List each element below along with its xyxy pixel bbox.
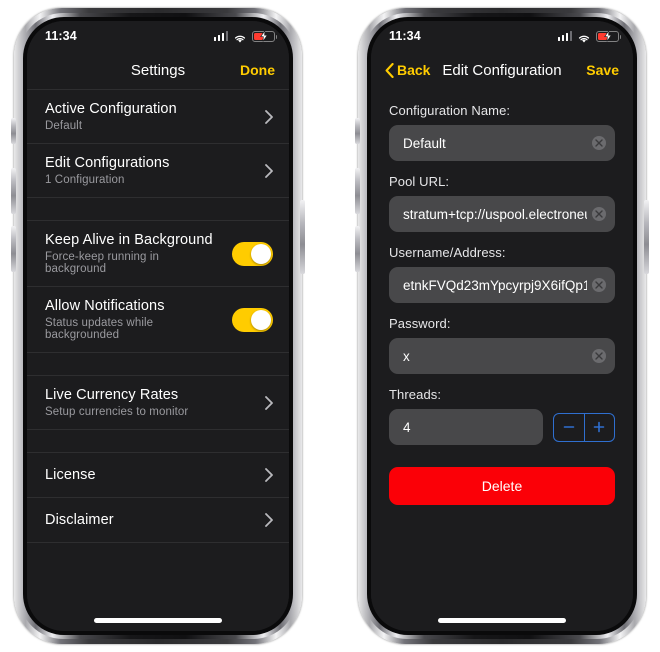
keep-alive-toggle[interactable] xyxy=(232,241,273,266)
chevron-right-icon xyxy=(265,513,273,527)
chevron-right-icon xyxy=(265,163,273,178)
password-value: x xyxy=(403,348,410,364)
row-subtitle: Force-keep running in background xyxy=(45,251,159,275)
phone-device-settings: 11:34 Settings Done Active Configuration… xyxy=(6,0,310,652)
delete-button[interactable]: Delete xyxy=(389,467,615,505)
clear-circle-icon[interactable] xyxy=(592,349,606,363)
settings-row-live-currency-rates[interactable]: Live Currency Rates Setup currencies to … xyxy=(27,376,289,429)
settings-row-edit-configurations[interactable]: Edit Configurations 1 Configuration xyxy=(27,144,289,197)
volume-up-button[interactable] xyxy=(11,168,16,214)
mute-switch-button[interactable] xyxy=(11,118,16,144)
cellular-signal-icon xyxy=(213,31,228,41)
power-button[interactable] xyxy=(644,200,649,274)
username-address-value: etnkFVQd23mYpcyrpj9X6ifQp1p... xyxy=(403,277,587,293)
phone-screen-settings: 11:34 Settings Done Active Configuration… xyxy=(27,21,289,631)
edit-configuration-form: Configuration Name: Default Pool URL: st… xyxy=(371,89,633,631)
settings-row-license[interactable]: License xyxy=(27,453,289,497)
row-title: Live Currency Rates xyxy=(45,387,179,403)
password-input[interactable]: x xyxy=(389,338,615,374)
volume-down-button[interactable] xyxy=(11,226,16,272)
threads-decrement-button[interactable] xyxy=(554,414,584,441)
divider xyxy=(27,542,289,543)
threads-control-row: 4 xyxy=(389,409,615,445)
threads-label: Threads: xyxy=(389,387,442,402)
battery-charging-icon xyxy=(596,30,622,42)
back-button[interactable]: Back xyxy=(385,62,430,78)
settings-group-legal: License Disclaimer xyxy=(27,453,289,543)
save-button[interactable]: Save xyxy=(586,62,619,78)
volume-down-button[interactable] xyxy=(355,226,360,272)
section-gap xyxy=(27,198,289,220)
settings-group-background: Keep Alive in Background Force-keep runn… xyxy=(27,221,289,353)
pool-url-input[interactable]: stratum+tcp://uspool.electroneu... xyxy=(389,196,615,232)
configuration-name-input[interactable]: Default xyxy=(389,125,615,161)
phone-device-edit-configuration: 11:34 Back Edit Configuration Save Confi… xyxy=(350,0,654,652)
chevron-right-icon xyxy=(265,109,273,124)
navigation-bar-edit-configuration: Back Edit Configuration Save xyxy=(371,51,633,89)
settings-group-configuration: Active Configuration Default Edit Config… xyxy=(27,90,289,198)
configuration-name-label: Configuration Name: xyxy=(389,103,511,118)
home-indicator[interactable] xyxy=(94,618,222,623)
section-gap xyxy=(27,353,289,375)
settings-row-allow-notifications[interactable]: Allow Notifications Status updates while… xyxy=(27,287,289,352)
row-subtitle: Setup currencies to monitor xyxy=(45,406,189,418)
minus-icon xyxy=(563,426,575,428)
row-subtitle: Default xyxy=(45,120,83,132)
username-address-input[interactable]: etnkFVQd23mYpcyrpj9X6ifQp1p... xyxy=(389,267,615,303)
phone-screen-edit-configuration: 11:34 Back Edit Configuration Save Confi… xyxy=(371,21,633,631)
volume-up-button[interactable] xyxy=(355,168,360,214)
status-indicators xyxy=(557,30,622,43)
settings-row-disclaimer[interactable]: Disclaimer xyxy=(27,498,289,542)
threads-value: 4 xyxy=(403,419,411,435)
status-time: 11:34 xyxy=(45,29,77,43)
cellular-signal-icon xyxy=(557,31,572,41)
plus-icon xyxy=(593,421,605,433)
row-title: License xyxy=(45,467,96,483)
battery-charging-icon xyxy=(252,30,278,42)
settings-row-keep-alive[interactable]: Keep Alive in Background Force-keep runn… xyxy=(27,221,289,286)
status-time: 11:34 xyxy=(389,29,421,43)
status-bar: 11:34 xyxy=(371,21,633,51)
wifi-icon xyxy=(577,31,591,43)
threads-input[interactable]: 4 xyxy=(389,409,543,445)
clear-circle-icon[interactable] xyxy=(592,136,606,150)
allow-notifications-toggle[interactable] xyxy=(232,307,273,332)
row-title: Edit Configurations xyxy=(45,155,170,171)
chevron-left-icon xyxy=(385,62,394,78)
back-button-label: Back xyxy=(397,62,431,78)
username-address-label: Username/Address: xyxy=(389,245,506,260)
chevron-right-icon xyxy=(265,395,273,410)
row-subtitle: 1 Configuration xyxy=(45,174,125,186)
home-indicator[interactable] xyxy=(438,618,566,623)
row-title: Disclaimer xyxy=(45,512,114,528)
power-button[interactable] xyxy=(300,200,305,274)
clear-circle-icon[interactable] xyxy=(592,207,606,221)
settings-group-currency: Live Currency Rates Setup currencies to … xyxy=(27,376,289,430)
row-title: Keep Alive in Background xyxy=(45,232,213,248)
row-title: Allow Notifications xyxy=(45,298,165,314)
status-indicators xyxy=(213,30,278,43)
screenshot-stage: 11:34 Settings Done Active Configuration… xyxy=(0,0,660,652)
done-button[interactable]: Done xyxy=(240,62,275,78)
status-bar: 11:34 xyxy=(27,21,289,51)
row-title: Active Configuration xyxy=(45,101,177,117)
clear-circle-icon[interactable] xyxy=(592,278,606,292)
navigation-bar-settings: Settings Done xyxy=(27,51,289,89)
row-subtitle: Status updates while backgrounded xyxy=(45,317,154,341)
section-gap xyxy=(27,430,289,452)
pool-url-label: Pool URL: xyxy=(389,174,450,189)
configuration-name-value: Default xyxy=(403,135,446,151)
pool-url-value: stratum+tcp://uspool.electroneu... xyxy=(403,206,587,222)
chevron-right-icon xyxy=(265,468,273,482)
settings-list: Active Configuration Default Edit Config… xyxy=(27,89,289,631)
threads-stepper[interactable] xyxy=(553,412,615,442)
wifi-icon xyxy=(233,31,247,43)
password-label: Password: xyxy=(389,316,451,331)
threads-increment-button[interactable] xyxy=(583,413,615,441)
mute-switch-button[interactable] xyxy=(355,118,360,144)
settings-row-active-configuration[interactable]: Active Configuration Default xyxy=(27,90,289,143)
